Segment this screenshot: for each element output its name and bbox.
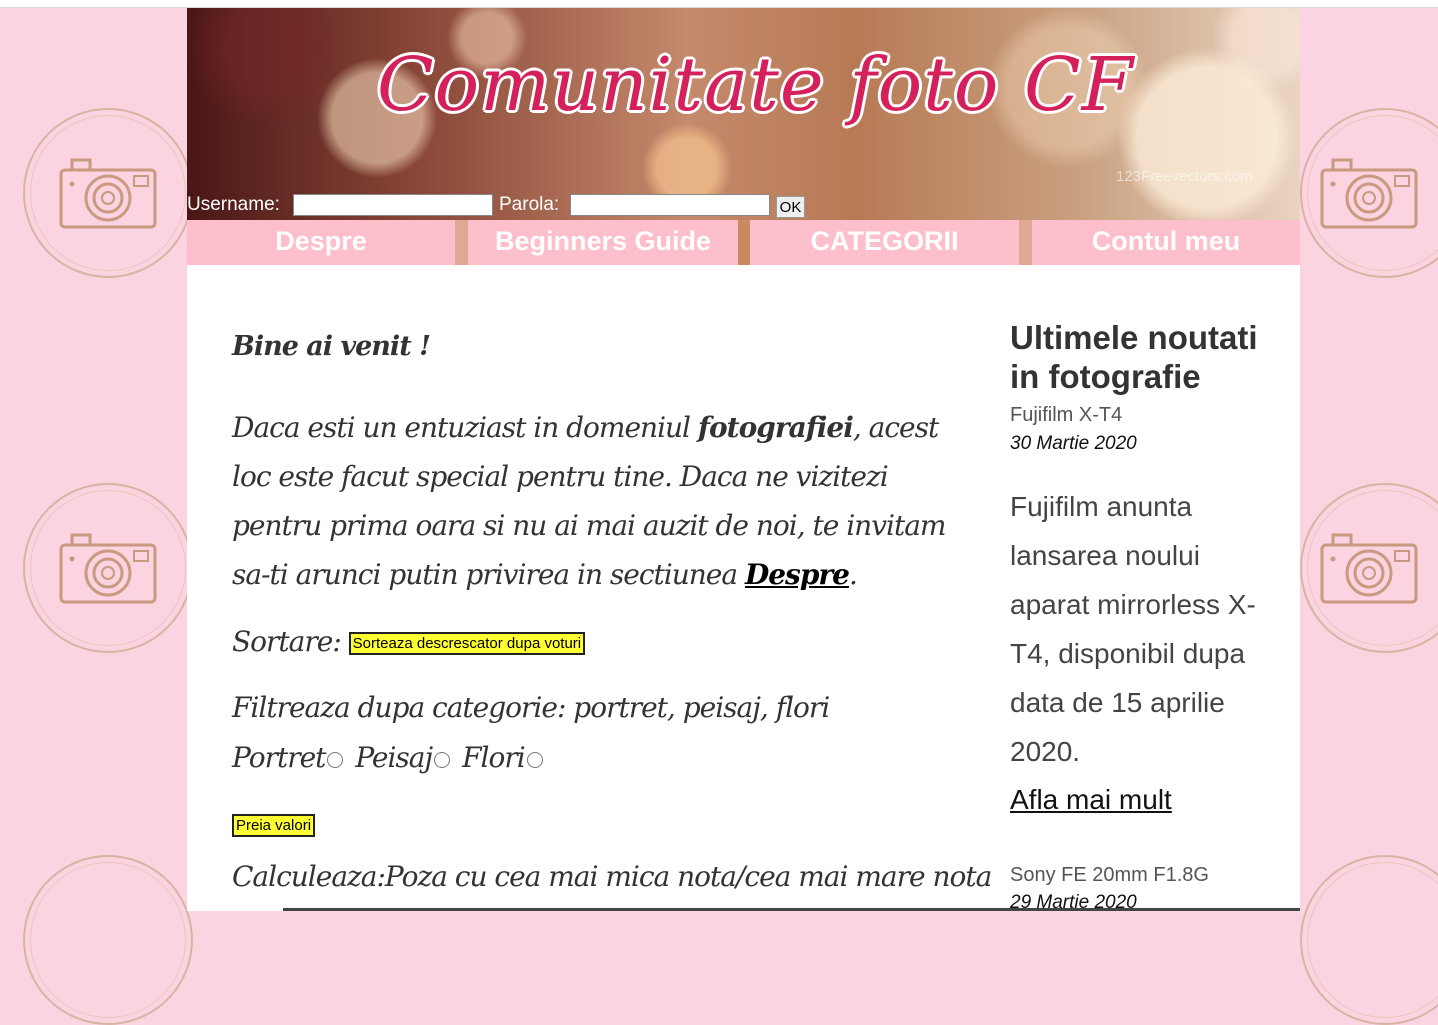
- nav-item-beginners-guide[interactable]: Beginners Guide: [468, 220, 738, 265]
- browser-top-edge: [0, 0, 1438, 8]
- nav-item-categorii[interactable]: CATEGORII: [750, 220, 1019, 265]
- main-nav: Despre Beginners Guide CATEGORII Contul …: [187, 220, 1300, 265]
- sort-row: Sortare: Sorteaza descrescator dupa votu…: [232, 625, 586, 658]
- camera-icon: [59, 533, 157, 604]
- password-label: Parola:: [499, 194, 560, 215]
- radio-label-portret: Portret: [232, 741, 326, 774]
- username-input[interactable]: [293, 194, 493, 216]
- intro-end: .: [848, 558, 858, 591]
- camera-icon: [59, 158, 157, 229]
- apply-values-button[interactable]: Preia valori: [232, 814, 316, 837]
- camera-circle-icon: [23, 855, 193, 1025]
- despre-link[interactable]: Despre: [745, 558, 850, 591]
- radio-peisaj[interactable]: [434, 751, 451, 768]
- news-item-body: Fujifilm anunta lansarea noului aparat m…: [1010, 491, 1256, 767]
- nav-item-contul-meu[interactable]: Contul meu: [1032, 220, 1300, 265]
- radio-flori[interactable]: [526, 751, 543, 768]
- intro-paragraph: Daca esti un entuziast in domeniul fotog…: [232, 403, 982, 599]
- read-more-link[interactable]: Afla mai mult: [1010, 784, 1172, 816]
- news-item-date: 30 Martie 2020: [1010, 433, 1137, 454]
- intro-bold-text: fotografiei: [697, 411, 854, 444]
- news-heading: Ultimele noutati in fotografie: [1010, 319, 1258, 395]
- header-banner: Comunitate foto CF 123Freevectors.com Us…: [187, 8, 1300, 220]
- banner-watermark: 123Freevectors.com: [1116, 168, 1253, 185]
- welcome-heading: Bine ai venit !: [232, 331, 431, 362]
- radio-label-flori: Flori: [462, 741, 526, 774]
- site-title: Comunitate foto CF: [377, 42, 1134, 128]
- news-item-title: Fujifilm X-T4: [1010, 404, 1123, 426]
- apply-row: Preia valori: [232, 807, 316, 840]
- calculate-label: Calculeaza:Poza cu cea mai mica nota/cea…: [232, 860, 992, 893]
- password-input[interactable]: [570, 194, 770, 216]
- login-ok-button[interactable]: OK: [776, 196, 805, 218]
- sort-descending-button[interactable]: Sorteaza descrescator dupa voturi: [348, 632, 586, 655]
- page-container: Comunitate foto CF 123Freevectors.com Us…: [187, 8, 1300, 913]
- filter-label: Filtreaza dupa categorie: portret, peisa…: [232, 691, 830, 724]
- radio-portret[interactable]: [327, 751, 344, 768]
- radio-label-peisaj: Peisaj: [355, 741, 433, 774]
- news-item-title: Sony FE 20mm F1.8G: [1010, 864, 1209, 886]
- username-label: Username:: [187, 194, 280, 215]
- sort-label: Sortare:: [232, 625, 342, 658]
- camera-circle-icon: [1300, 855, 1438, 1025]
- nav-item-despre[interactable]: Despre: [187, 220, 455, 265]
- filter-radio-group: Portret Peisaj Flori: [232, 741, 547, 774]
- camera-icon: [1320, 158, 1418, 229]
- camera-icon: [1320, 533, 1418, 604]
- intro-text: Daca esti un entuziast in domeniul: [232, 411, 698, 444]
